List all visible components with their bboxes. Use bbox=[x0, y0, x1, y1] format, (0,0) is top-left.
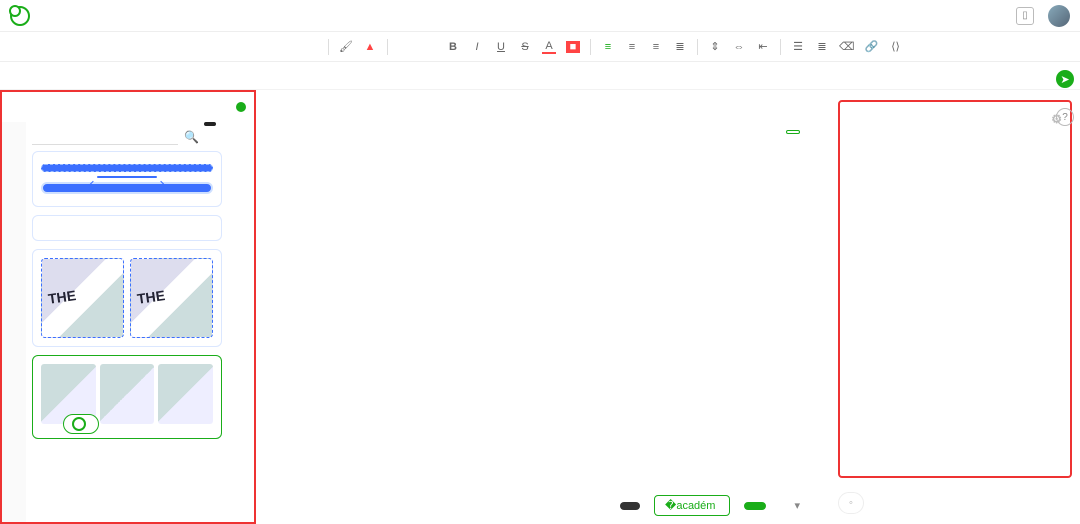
save-draft-button[interactable] bbox=[744, 502, 766, 510]
line-height-button[interactable]: ⇕ bbox=[708, 40, 722, 53]
templates-list: 🔍 bbox=[26, 122, 228, 522]
left-vertical-tabs bbox=[2, 122, 26, 522]
right-panel: ⚙ bbox=[838, 100, 1072, 478]
avatar[interactable] bbox=[1048, 5, 1070, 27]
eraser-button[interactable]: ⌫ bbox=[839, 40, 855, 53]
collapse-tooltip bbox=[204, 122, 216, 126]
link-button[interactable]: 🔗 bbox=[865, 40, 879, 53]
chip-must[interactable] bbox=[205, 136, 213, 138]
brand bbox=[10, 6, 36, 26]
style-search-input[interactable] bbox=[32, 128, 178, 145]
indent-button[interactable]: ⇤ bbox=[756, 40, 770, 53]
highlight-button[interactable]: ■ bbox=[566, 41, 580, 53]
title-score-button[interactable] bbox=[786, 130, 800, 134]
strike-button[interactable]: S bbox=[518, 41, 532, 53]
font-color-button[interactable]: A bbox=[542, 40, 556, 54]
editor-footer: �académ bbox=[286, 495, 800, 516]
top-right: ▯ bbox=[1016, 5, 1070, 27]
align-right-button[interactable]: ≡ bbox=[649, 41, 663, 53]
align-left-button[interactable]: ≡ bbox=[601, 41, 615, 53]
search-icon[interactable]: 🔍 bbox=[184, 130, 199, 144]
letter-spacing-button[interactable]: ⇔ bbox=[732, 41, 746, 53]
title-input[interactable] bbox=[286, 140, 800, 152]
send-button[interactable] bbox=[794, 499, 800, 512]
left-action-col bbox=[228, 122, 254, 522]
article-settings-button[interactable]: ◦ bbox=[838, 492, 864, 514]
template-card-topic[interactable] bbox=[32, 151, 222, 207]
chip-new[interactable] bbox=[219, 136, 227, 138]
underline-button[interactable]: U bbox=[494, 41, 508, 53]
bold-button[interactable]: B bbox=[446, 41, 460, 53]
violation-check-button[interactable]: �académ bbox=[654, 495, 730, 516]
template-card-lead[interactable] bbox=[32, 215, 222, 241]
phone-preview-button[interactable]: ▯ bbox=[1016, 7, 1034, 25]
format-toolbar: 🖌 ▲ B I U S A ■ ≡ ≡ ≡ ≣ ⇕ ⇔ ⇤ ☰ ≣ ⌫ 🔗 ⟨⟩ bbox=[0, 32, 1080, 62]
topbar: ▯ bbox=[0, 0, 1080, 32]
paint-bucket-icon[interactable]: ▲ bbox=[363, 41, 377, 53]
align-justify-button[interactable]: ≣ bbox=[673, 40, 687, 53]
right-rail: ➤ ? bbox=[1050, 70, 1080, 128]
precheck-tip bbox=[620, 502, 640, 510]
code-button[interactable]: ⟨⟩ bbox=[889, 40, 903, 53]
right-column: ⚙ ◦ bbox=[830, 90, 1080, 524]
format-brush-icon[interactable]: 🖌 bbox=[339, 40, 353, 53]
align-center-button[interactable]: ≡ bbox=[625, 41, 639, 53]
list-ul-button[interactable]: ☰ bbox=[791, 40, 805, 53]
left-tabs bbox=[2, 92, 254, 122]
left-panel: 🔍 bbox=[0, 90, 256, 524]
italic-button[interactable]: I bbox=[470, 41, 484, 53]
editor-area: �académ bbox=[256, 90, 830, 524]
shuffle-hint[interactable] bbox=[63, 414, 99, 434]
collapse-dot[interactable] bbox=[236, 102, 246, 112]
rail-help[interactable]: ? bbox=[1056, 108, 1074, 128]
template-card-images[interactable] bbox=[32, 249, 222, 347]
rail-nav[interactable]: ➤ bbox=[1056, 70, 1074, 90]
brand-logo-icon bbox=[10, 6, 30, 26]
template-card-selected[interactable] bbox=[32, 355, 222, 439]
list-ol-button[interactable]: ≣ bbox=[815, 40, 829, 53]
format-toolbar-2 bbox=[0, 62, 1080, 90]
